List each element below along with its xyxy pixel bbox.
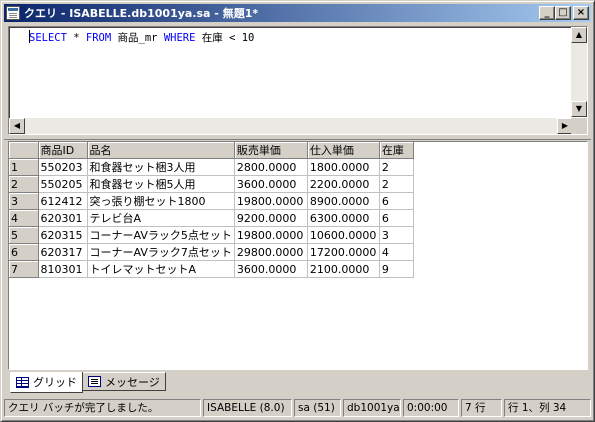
row-number[interactable]: 3 bbox=[9, 192, 39, 210]
cell-sale-price[interactable]: 3600.0000 bbox=[234, 175, 308, 193]
cell-sale-price[interactable]: 2800.0000 bbox=[234, 158, 308, 176]
status-bar: クエリ バッチが完了しました。 ISABELLE (8.0) sa (51) d… bbox=[4, 399, 591, 417]
status-row-count: 7 行 bbox=[461, 399, 502, 417]
cell-sale-price[interactable]: 3600.0000 bbox=[234, 260, 308, 278]
table-row[interactable]: 2 550205 和食器セット梱5人用 3600.0000 2200.0000 … bbox=[9, 175, 414, 193]
cell-product-id[interactable]: 810301 bbox=[38, 260, 88, 278]
cell-purchase-price[interactable]: 17200.0000 bbox=[307, 243, 380, 261]
cell-product-id[interactable]: 620301 bbox=[38, 209, 88, 227]
cell-product-id[interactable]: 550203 bbox=[38, 158, 88, 176]
tab-grid-label: グリッド bbox=[33, 376, 77, 389]
cell-purchase-price[interactable]: 1800.0000 bbox=[307, 158, 380, 176]
table-row[interactable]: 7 810301 トイレマットセットA 3600.0000 2100.0000 … bbox=[9, 260, 414, 278]
grid-corner[interactable] bbox=[9, 142, 39, 159]
status-user: sa (51) bbox=[294, 399, 341, 417]
sql-text[interactable]: SELECT * FROM 商品_mr WHERE 在庫 < 10 bbox=[29, 30, 254, 45]
cell-product-id[interactable]: 612412 bbox=[38, 192, 88, 210]
column-header[interactable]: 在庫 bbox=[379, 142, 414, 159]
tab-messages-label: メッセージ bbox=[105, 375, 160, 389]
cell-stock[interactable]: 2 bbox=[379, 175, 414, 193]
status-database: db1001ya bbox=[343, 399, 401, 417]
close-button[interactable]: × bbox=[573, 6, 589, 20]
table-row[interactable]: 3 612412 突っ張り棚セット1800 19800.0000 8900.00… bbox=[9, 192, 414, 210]
editor-vertical-scrollbar[interactable]: ▲ ▼ bbox=[571, 27, 587, 117]
cell-product-name[interactable]: 和食器セット梱3人用 bbox=[87, 158, 235, 176]
grid-header-row: 商品ID 品名 販売単価 仕入単価 在庫 bbox=[9, 142, 414, 159]
cell-product-name[interactable]: テレビ台A bbox=[87, 209, 235, 227]
cell-product-name[interactable]: トイレマットセットA bbox=[87, 260, 235, 278]
text-caret bbox=[29, 30, 30, 43]
column-header[interactable]: 仕入単価 bbox=[307, 142, 380, 159]
cell-stock[interactable]: 6 bbox=[379, 209, 414, 227]
cell-stock[interactable]: 4 bbox=[379, 243, 414, 261]
row-number[interactable]: 2 bbox=[9, 175, 39, 193]
cell-stock[interactable]: 2 bbox=[379, 158, 414, 176]
cell-sale-price[interactable]: 19800.0000 bbox=[234, 226, 308, 244]
row-number[interactable]: 4 bbox=[9, 209, 39, 227]
pane-splitter[interactable] bbox=[4, 137, 591, 140]
cell-product-id[interactable]: 550205 bbox=[38, 175, 88, 193]
column-header[interactable]: 品名 bbox=[87, 142, 235, 159]
cell-purchase-price[interactable]: 6300.0000 bbox=[307, 209, 380, 227]
cell-product-id[interactable]: 620315 bbox=[38, 226, 88, 244]
cell-purchase-price[interactable]: 2100.0000 bbox=[307, 260, 380, 278]
tab-grid[interactable]: グリッド bbox=[10, 372, 83, 393]
column-header[interactable]: 商品ID bbox=[38, 142, 88, 159]
row-number[interactable]: 1 bbox=[9, 158, 39, 176]
cell-product-name[interactable]: 突っ張り棚セット1800 bbox=[87, 192, 235, 210]
cell-product-name[interactable]: コーナーAVラック5点セット bbox=[87, 226, 235, 244]
sql-editor[interactable]: SELECT * FROM 商品_mr WHERE 在庫 < 10 ▲ ▼ ◀ … bbox=[8, 26, 588, 135]
status-cursor-position: 行 1、列 34 bbox=[504, 399, 591, 417]
cell-sale-price[interactable]: 9200.0000 bbox=[234, 209, 308, 227]
results-grid[interactable]: 商品ID 品名 販売単価 仕入単価 在庫 1 550203 和食器セット梱3人用… bbox=[8, 141, 588, 370]
table-row[interactable]: 5 620315 コーナーAVラック5点セット 19800.0000 10600… bbox=[9, 226, 414, 244]
sql-keyword: FROM bbox=[85, 32, 112, 44]
cell-product-name[interactable]: コーナーAVラック7点セット bbox=[87, 243, 235, 261]
column-header[interactable]: 販売単価 bbox=[234, 142, 308, 159]
table-row[interactable]: 1 550203 和食器セット梱3人用 2800.0000 1800.0000 … bbox=[9, 158, 414, 176]
scroll-down-arrow-icon[interactable]: ▼ bbox=[571, 101, 587, 117]
editor-horizontal-scrollbar[interactable]: ◀ ▶ bbox=[9, 118, 573, 134]
cell-purchase-price[interactable]: 2200.0000 bbox=[307, 175, 380, 193]
scroll-up-arrow-icon[interactable]: ▲ bbox=[571, 27, 587, 43]
cell-purchase-price[interactable]: 10600.0000 bbox=[307, 226, 380, 244]
cell-stock[interactable]: 3 bbox=[379, 226, 414, 244]
tab-messages[interactable]: メッセージ bbox=[83, 372, 166, 391]
cell-stock[interactable]: 6 bbox=[379, 192, 414, 210]
table-row[interactable]: 4 620301 テレビ台A 9200.0000 6300.0000 6 bbox=[9, 209, 414, 227]
query-window: クエリ - ISABELLE.db1001ya.sa - 無題1* _ □ × … bbox=[0, 0, 595, 422]
sql-keyword: WHERE bbox=[163, 32, 196, 44]
cell-product-id[interactable]: 620317 bbox=[38, 243, 88, 261]
result-tabs: グリッド メッセージ bbox=[10, 372, 166, 393]
sql-text-part: 商品_mr bbox=[111, 32, 164, 44]
maximize-button[interactable]: □ bbox=[555, 6, 571, 20]
sql-keyword: SELECT bbox=[29, 32, 67, 44]
status-message: クエリ バッチが完了しました。 bbox=[4, 399, 201, 417]
sql-text-part: 在庫 < 10 bbox=[195, 32, 255, 44]
minimize-button[interactable]: _ bbox=[539, 6, 555, 20]
table-row[interactable]: 6 620317 コーナーAVラック7点セット 29800.0000 17200… bbox=[9, 243, 414, 261]
grid-icon bbox=[16, 376, 29, 388]
status-elapsed: 0:00:00 bbox=[403, 399, 459, 417]
title-bar[interactable]: クエリ - ISABELLE.db1001ya.sa - 無題1* _ □ × bbox=[4, 4, 591, 22]
row-number[interactable]: 6 bbox=[9, 243, 39, 261]
window-title: クエリ - ISABELLE.db1001ya.sa - 無題1* bbox=[24, 7, 259, 20]
cell-sale-price[interactable]: 29800.0000 bbox=[234, 243, 308, 261]
cell-stock[interactable]: 9 bbox=[379, 260, 414, 278]
query-window-icon bbox=[6, 6, 20, 20]
scroll-left-arrow-icon[interactable]: ◀ bbox=[9, 118, 25, 134]
row-number[interactable]: 7 bbox=[9, 260, 39, 278]
status-server: ISABELLE (8.0) bbox=[203, 399, 292, 417]
cell-product-name[interactable]: 和食器セット梱5人用 bbox=[87, 175, 235, 193]
sql-text-part: * bbox=[66, 32, 86, 44]
cell-sale-price[interactable]: 19800.0000 bbox=[234, 192, 308, 210]
cell-purchase-price[interactable]: 8900.0000 bbox=[307, 192, 380, 210]
row-number[interactable]: 5 bbox=[9, 226, 39, 244]
message-icon bbox=[88, 376, 101, 387]
scroll-corner bbox=[571, 118, 587, 134]
